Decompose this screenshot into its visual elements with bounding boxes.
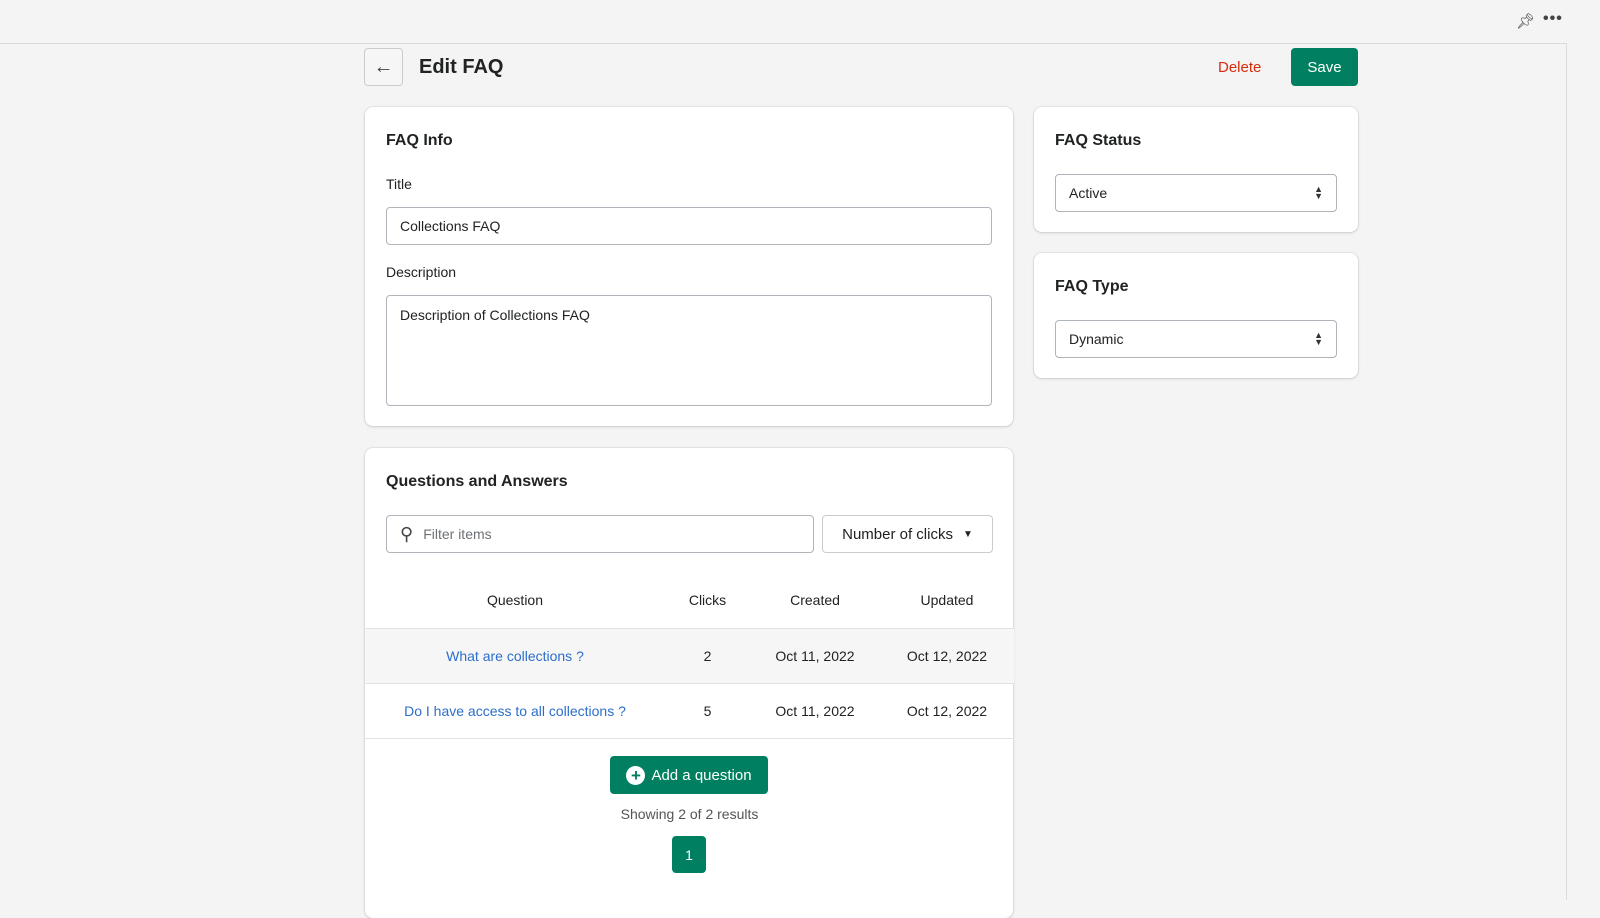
page-1-button[interactable]: 1 bbox=[672, 836, 706, 873]
questions-table: Question Clicks Created Updated What are… bbox=[365, 573, 1014, 739]
card-heading: FAQ Type bbox=[1055, 278, 1129, 295]
back-button[interactable]: ← bbox=[364, 48, 403, 86]
more-options-icon[interactable]: ••• bbox=[1543, 10, 1563, 28]
divider bbox=[1566, 44, 1567, 900]
filter-placeholder: Filter items bbox=[423, 526, 492, 542]
column-header-updated: Updated bbox=[880, 573, 1014, 629]
page-title: Edit FAQ bbox=[419, 56, 504, 78]
table-row: What are collections ? 2 Oct 11, 2022 Oc… bbox=[365, 628, 1014, 684]
column-header-question: Question bbox=[365, 573, 665, 629]
top-bar: 📌︎ ••• bbox=[0, 0, 1567, 44]
type-value: Dynamic bbox=[1069, 331, 1124, 347]
results-count: Showing 2 of 2 results bbox=[620, 806, 759, 822]
faq-info-card: FAQ Info Title Collections FAQ Descripti… bbox=[365, 107, 1013, 426]
filter-input[interactable]: ⚲ Filter items bbox=[386, 515, 814, 553]
pin-icon[interactable]: 📌︎ bbox=[1516, 12, 1535, 30]
table-row: Do I have access to all collections ? 5 … bbox=[365, 683, 1014, 739]
status-value: Active bbox=[1069, 185, 1108, 201]
clicks-cell: 5 bbox=[665, 683, 750, 739]
updated-cell: Oct 12, 2022 bbox=[880, 628, 1014, 684]
questions-card: Questions and Answers ⚲ Filter items Num… bbox=[365, 448, 1014, 918]
select-arrows-icon: ▲ ▼ bbox=[1314, 330, 1323, 347]
description-textarea[interactable]: Description of Collections FAQ bbox=[386, 295, 992, 406]
title-input[interactable]: Collections FAQ bbox=[386, 207, 992, 245]
column-header-clicks: Clicks bbox=[665, 573, 750, 629]
arrow-left-icon: ← bbox=[373, 55, 394, 78]
question-link[interactable]: What are collections ? bbox=[446, 648, 584, 664]
plus-circle-icon: + bbox=[626, 765, 646, 785]
sort-label: Number of clicks bbox=[842, 525, 953, 543]
card-heading: FAQ Info bbox=[386, 132, 453, 149]
column-header-created: Created bbox=[750, 573, 880, 629]
question-link[interactable]: Do I have access to all collections ? bbox=[404, 703, 626, 719]
card-heading: Questions and Answers bbox=[386, 473, 568, 490]
created-cell: Oct 11, 2022 bbox=[750, 628, 880, 684]
type-select[interactable]: Dynamic ▲ ▼ bbox=[1055, 320, 1337, 358]
status-select[interactable]: Active ▲ ▼ bbox=[1055, 174, 1337, 212]
title-label: Title bbox=[386, 176, 412, 192]
delete-button[interactable]: Delete bbox=[1210, 48, 1269, 86]
sort-button[interactable]: Number of clicks ▼ bbox=[822, 515, 993, 553]
clicks-cell: 2 bbox=[665, 628, 750, 684]
add-question-button[interactable]: + Add a question bbox=[610, 756, 768, 794]
card-heading: FAQ Status bbox=[1055, 132, 1142, 149]
updated-cell: Oct 12, 2022 bbox=[880, 683, 1014, 739]
faq-type-card: FAQ Type Dynamic ▲ ▼ bbox=[1034, 253, 1358, 378]
description-label: Description bbox=[386, 264, 457, 280]
select-arrows-icon: ▲ ▼ bbox=[1314, 184, 1323, 201]
faq-status-card: FAQ Status Active ▲ ▼ bbox=[1034, 107, 1358, 232]
add-question-label: Add a question bbox=[651, 766, 752, 784]
save-button[interactable]: Save bbox=[1291, 48, 1358, 86]
caret-down-icon: ▼ bbox=[962, 528, 973, 540]
search-icon: ⚲ bbox=[400, 523, 414, 544]
created-cell: Oct 11, 2022 bbox=[750, 683, 880, 739]
